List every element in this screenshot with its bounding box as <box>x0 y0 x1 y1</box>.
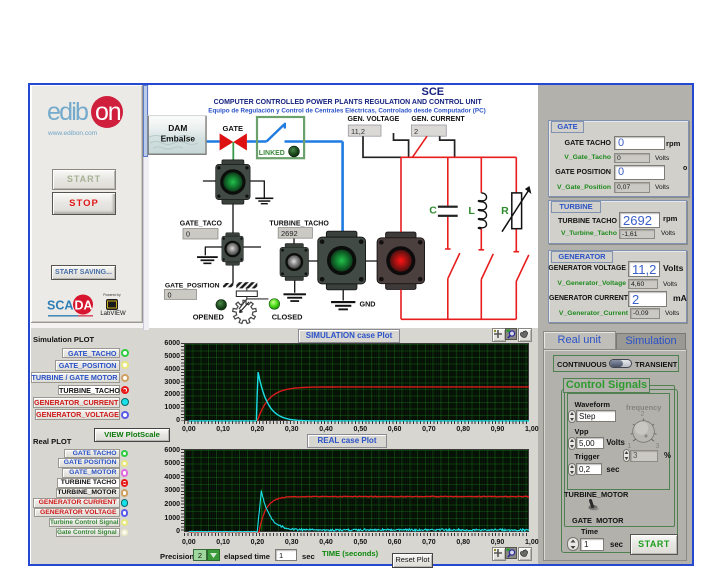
svg-text:GEN. VOLTAGE: GEN. VOLTAGE <box>348 116 400 123</box>
svg-text:11,2: 11,2 <box>351 127 365 136</box>
svg-text:C: C <box>429 205 437 217</box>
svg-text:2: 2 <box>414 127 418 136</box>
svg-text:DAM: DAM <box>168 123 187 133</box>
svg-text:GATE: GATE <box>223 124 244 133</box>
svg-text:DA: DA <box>75 299 93 313</box>
svg-text:L: L <box>468 205 475 217</box>
svg-text:GATE_POSITION: GATE_POSITION <box>165 282 220 289</box>
svg-text:0: 0 <box>186 230 190 239</box>
svg-text:GEN. CURRENT: GEN. CURRENT <box>411 116 465 123</box>
svg-text:R: R <box>501 205 509 217</box>
svg-text:TURBINE_TACHO: TURBINE_TACHO <box>269 220 329 227</box>
svg-text:0: 0 <box>168 290 172 299</box>
svg-text:Embalse: Embalse <box>161 134 196 144</box>
svg-text:Equipo de Regulación y Control: Equipo de Regulación y Control de Centra… <box>208 107 485 114</box>
svg-text:LINKED: LINKED <box>259 150 285 157</box>
svg-text:OPENED: OPENED <box>193 313 225 322</box>
svg-text:SCA: SCA <box>47 299 73 313</box>
svg-text:2692: 2692 <box>281 229 298 238</box>
svg-text:CLOSED: CLOSED <box>272 313 303 322</box>
svg-text:on: on <box>95 98 121 126</box>
svg-text:edib: edib <box>47 98 88 126</box>
svg-text:GATE_TACO: GATE_TACO <box>180 220 223 227</box>
svg-text:SCE: SCE <box>421 86 444 98</box>
svg-text:COMPUTER CONTROLLED POWER PLAN: COMPUTER CONTROLLED POWER PLANTS REGULAT… <box>214 99 483 106</box>
svg-text:GND: GND <box>360 300 376 309</box>
